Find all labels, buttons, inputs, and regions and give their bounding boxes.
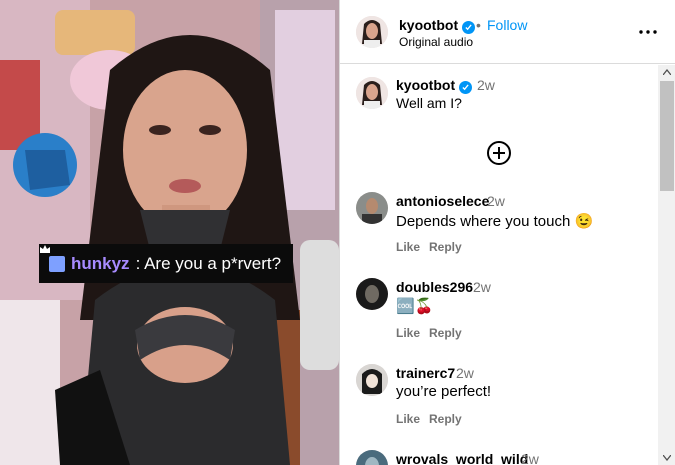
comment-username[interactable]: doubles296	[396, 279, 473, 295]
reply-button[interactable]: Reply	[429, 326, 462, 340]
video-frame	[0, 0, 339, 465]
comment-time: 2w	[456, 365, 474, 381]
chat-overlay-username: hunkyz	[71, 253, 130, 273]
comment-avatar[interactable]	[356, 364, 388, 396]
comment-username[interactable]: wrovals_world_wild	[396, 451, 528, 465]
caption-username[interactable]: kyootbot	[396, 77, 473, 94]
chat-overlay-message: : Are you a p*rvert?	[135, 253, 282, 273]
comment-text: Depends where you touch 😉	[396, 213, 594, 230]
comments-list: kyootbot 2w Well am I? antonioselece 2w …	[340, 65, 658, 465]
reply-button[interactable]: Reply	[429, 240, 462, 254]
comment-text: 🆒🍒	[396, 298, 434, 315]
header-username[interactable]: kyootbot	[399, 17, 476, 34]
scroll-up-icon[interactable]	[658, 65, 675, 79]
comment-time: 2w	[487, 193, 505, 209]
comment-avatar[interactable]	[356, 278, 388, 310]
follow-button[interactable]: Follow	[487, 17, 527, 33]
post-panel: kyootbot • Follow Original audio kyootbo…	[339, 0, 675, 465]
comment-username[interactable]: antonioselece	[396, 193, 489, 209]
more-horizontal-icon[interactable]	[636, 22, 660, 42]
crown-icon	[40, 245, 65, 272]
verified-badge-icon	[459, 81, 473, 94]
like-button[interactable]: Like	[396, 240, 420, 254]
like-button[interactable]: Like	[396, 326, 420, 340]
post-header: kyootbot • Follow Original audio	[340, 0, 675, 64]
separator-dot: •	[476, 17, 481, 33]
caption-avatar[interactable]	[356, 77, 388, 109]
caption-username-text[interactable]: kyootbot	[396, 77, 455, 93]
comment-avatar[interactable]	[356, 192, 388, 224]
caption-time: 2w	[477, 77, 495, 93]
reply-button[interactable]: Reply	[429, 412, 462, 426]
scroll-down-icon[interactable]	[658, 451, 675, 465]
avatar[interactable]	[356, 16, 388, 48]
caption-text: Well am I?	[396, 95, 462, 111]
like-button[interactable]: Like	[396, 412, 420, 426]
load-more-comments-icon[interactable]	[486, 140, 512, 166]
comment-time: 2w	[473, 279, 491, 295]
comment-avatar[interactable]	[356, 450, 388, 465]
comment-text: you’re perfect!	[396, 383, 492, 400]
header-username-text[interactable]: kyootbot	[399, 17, 458, 33]
scrollbar[interactable]	[658, 65, 675, 465]
scrollbar-thumb[interactable]	[660, 81, 674, 191]
comment-time: 2w	[521, 451, 539, 465]
comment-username[interactable]: trainerc7	[396, 365, 455, 381]
video-player[interactable]: hunkyz: Are you a p*rvert?	[0, 0, 339, 465]
chat-overlay: hunkyz: Are you a p*rvert?	[39, 244, 294, 283]
verified-badge-icon	[462, 21, 476, 34]
audio-label[interactable]: Original audio	[399, 35, 473, 49]
